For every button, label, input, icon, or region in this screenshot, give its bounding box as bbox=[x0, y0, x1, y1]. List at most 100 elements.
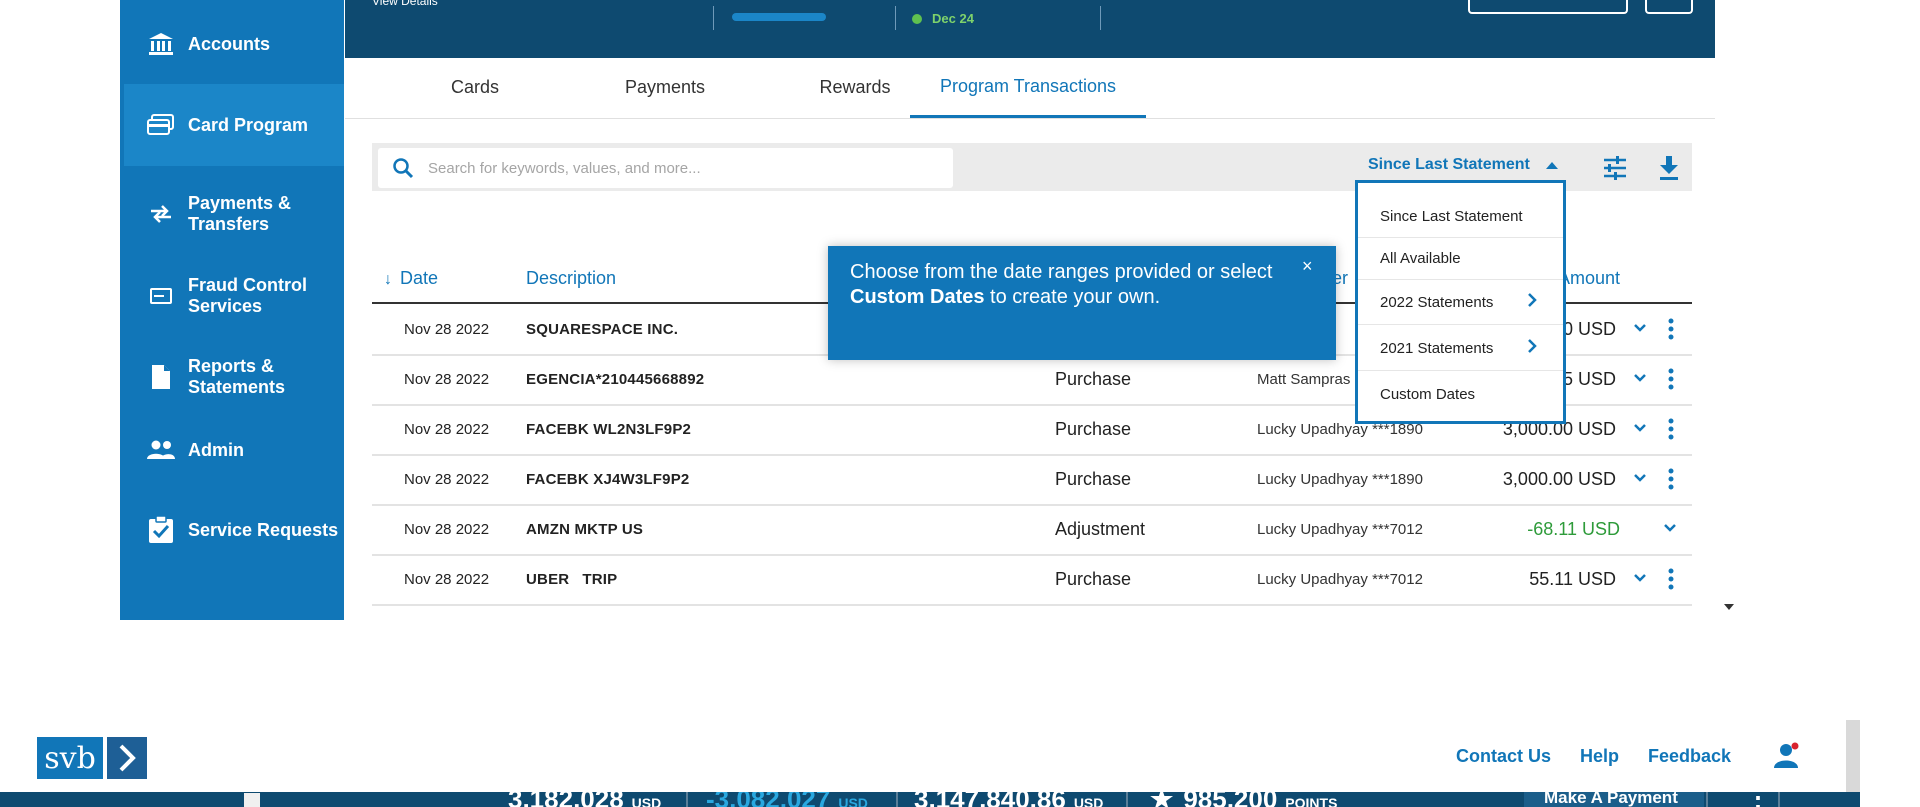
band-action-button[interactable] bbox=[1468, 0, 1628, 14]
user-profile-icon[interactable] bbox=[1774, 742, 1800, 770]
total-value-1: 3,182,028 USD bbox=[508, 792, 662, 807]
sidebar-item-label: Fraud Control Services bbox=[188, 275, 307, 316]
make-a-payment-button[interactable]: Make A Payment bbox=[1524, 792, 1704, 807]
sidebar: Accounts Card Program Payments & Transfe… bbox=[120, 0, 344, 620]
sidebar-item-fraud-control[interactable]: Fraud Control Services bbox=[120, 266, 344, 326]
view-details-link[interactable]: View Details bbox=[372, 0, 438, 14]
chevron-right-icon bbox=[1528, 339, 1537, 353]
more-options-icon[interactable] bbox=[1668, 368, 1674, 390]
divider bbox=[896, 792, 898, 807]
transfer-icon bbox=[146, 201, 176, 227]
account-summary-band bbox=[345, 0, 1715, 58]
sidebar-item-service-requests[interactable]: Service Requests bbox=[120, 508, 344, 552]
divider bbox=[895, 6, 896, 30]
sidebar-item-payments-transfers[interactable]: Payments & Transfers bbox=[120, 184, 344, 244]
clipboard-check-icon bbox=[146, 516, 176, 543]
help-link[interactable]: Help bbox=[1580, 746, 1619, 767]
sort-down-icon: ↓ bbox=[384, 271, 392, 288]
divider bbox=[1126, 792, 1128, 807]
search-icon bbox=[393, 158, 414, 179]
app-frame: Accounts Card Program Payments & Transfe… bbox=[0, 0, 1920, 620]
tab-program-transactions[interactable]: Program Transactions bbox=[910, 58, 1146, 118]
row-date: Nov 28 2022 bbox=[404, 520, 490, 538]
chevron-down-icon[interactable] bbox=[1634, 322, 1646, 334]
tab-payments[interactable]: Payments bbox=[575, 58, 755, 116]
row-card: Lucky Upadhyay ***7012 bbox=[1257, 570, 1423, 588]
row-card: Lucky Upadhyay ***1890 bbox=[1257, 470, 1423, 488]
more-options-icon[interactable] bbox=[1668, 568, 1674, 590]
search-input[interactable] bbox=[426, 158, 950, 178]
row-description: SQUARESPACE INC. bbox=[526, 320, 679, 338]
more-options-icon[interactable] bbox=[1668, 468, 1674, 490]
feedback-link[interactable]: Feedback bbox=[1648, 746, 1731, 767]
scroll-down-arrow[interactable] bbox=[1724, 604, 1734, 610]
close-icon[interactable]: × bbox=[1302, 256, 1313, 277]
more-options-icon[interactable]: ⋮ bbox=[1745, 792, 1771, 807]
more-options-icon[interactable] bbox=[1668, 418, 1674, 440]
divider bbox=[686, 792, 688, 807]
filter-sliders-icon[interactable] bbox=[1602, 156, 1628, 180]
column-header-amount[interactable]: Amount bbox=[1558, 268, 1620, 289]
rewards-points: ★ 985,200 POINTS bbox=[1150, 792, 1337, 807]
option-all-available[interactable]: All Available bbox=[1358, 237, 1563, 280]
row-date: Nov 28 2022 bbox=[404, 570, 490, 588]
date-range-label: Since Last Statement bbox=[1368, 156, 1530, 173]
divider bbox=[713, 6, 714, 30]
table-row[interactable]: Nov 28 2022 FACEBK XJ4W3LF9P2 Purchase L… bbox=[372, 454, 1692, 506]
tab-bar: Cards Payments Rewards Program Transacti… bbox=[345, 58, 1715, 119]
chevron-up-icon bbox=[1545, 161, 1558, 169]
tab-cards[interactable]: Cards bbox=[405, 58, 545, 116]
bank-icon bbox=[146, 31, 176, 57]
chevron-down-icon[interactable] bbox=[1634, 572, 1646, 584]
row-description: EGENCIA*210445668892 bbox=[526, 370, 705, 388]
status-dot bbox=[912, 13, 922, 24]
row-type: Purchase bbox=[1055, 418, 1132, 439]
chevron-down-icon[interactable] bbox=[1634, 472, 1646, 484]
search-box bbox=[378, 148, 953, 188]
logo-text: svb bbox=[37, 737, 103, 779]
sidebar-item-reports-statements[interactable]: Reports & Statements bbox=[120, 347, 344, 407]
more-options-icon[interactable] bbox=[1668, 318, 1674, 340]
table-row[interactable]: Nov 28 2022 UBER TRIP Purchase Lucky Upa… bbox=[372, 554, 1692, 606]
chevron-down-icon[interactable] bbox=[1664, 522, 1676, 534]
option-2021-statements[interactable]: 2021 Statements bbox=[1358, 326, 1563, 371]
sidebar-item-label: Admin bbox=[188, 439, 244, 460]
sidebar-item-accounts[interactable]: Accounts bbox=[120, 22, 344, 66]
divider bbox=[1706, 792, 1708, 807]
row-type: Purchase bbox=[1055, 568, 1132, 589]
option-custom-dates[interactable]: Custom Dates bbox=[1358, 373, 1563, 415]
table-row[interactable]: Nov 28 2022 AMZN MKTP US Adjustment Luck… bbox=[372, 504, 1692, 556]
row-amount: -68.11 USD bbox=[1527, 518, 1620, 539]
sidebar-item-admin[interactable]: Admin bbox=[120, 428, 344, 472]
svb-logo[interactable]: svb bbox=[37, 737, 147, 779]
sidebar-item-card-program[interactable]: Card Program bbox=[124, 84, 344, 166]
sidebar-item-label: Accounts bbox=[188, 33, 271, 54]
row-description: UBER TRIP bbox=[526, 570, 618, 588]
option-since-last-statement[interactable]: Since Last Statement bbox=[1358, 195, 1563, 238]
divider bbox=[1100, 6, 1101, 30]
row-description: AMZN MKTP US bbox=[526, 520, 644, 538]
row-amount: 55.11 USD bbox=[1529, 568, 1616, 589]
total-value-2: -3,082,027 USD bbox=[706, 792, 868, 807]
row-date: Nov 28 2022 bbox=[404, 420, 490, 438]
row-description: FACEBK XJ4W3LF9P2 bbox=[526, 470, 690, 488]
column-header-date[interactable]: ↓ Date bbox=[384, 268, 438, 289]
due-date-indicator: Dec 24 bbox=[912, 11, 974, 26]
sidebar-item-label: Service Requests bbox=[188, 519, 339, 540]
total-value-3: 3,147,840.86 USD bbox=[914, 792, 1104, 807]
date-range-select[interactable]: Since Last Statement bbox=[1368, 156, 1558, 174]
chevron-down-icon[interactable] bbox=[1634, 422, 1646, 434]
row-amount: 3,000.00 USD bbox=[1502, 468, 1616, 489]
band-menu-button[interactable] bbox=[1645, 0, 1693, 14]
download-icon[interactable] bbox=[1658, 155, 1680, 181]
scroll-up-arrow[interactable] bbox=[244, 793, 260, 807]
shield-card-icon bbox=[146, 283, 176, 309]
chevron-right-icon bbox=[107, 737, 147, 779]
option-2022-statements[interactable]: 2022 Statements bbox=[1358, 280, 1563, 325]
divider bbox=[1778, 792, 1780, 807]
contact-us-link[interactable]: Contact Us bbox=[1456, 746, 1551, 767]
row-date: Nov 28 2022 bbox=[404, 470, 490, 488]
column-header-description[interactable]: Description bbox=[526, 268, 616, 289]
chevron-down-icon[interactable] bbox=[1634, 372, 1646, 384]
users-icon bbox=[146, 437, 176, 463]
